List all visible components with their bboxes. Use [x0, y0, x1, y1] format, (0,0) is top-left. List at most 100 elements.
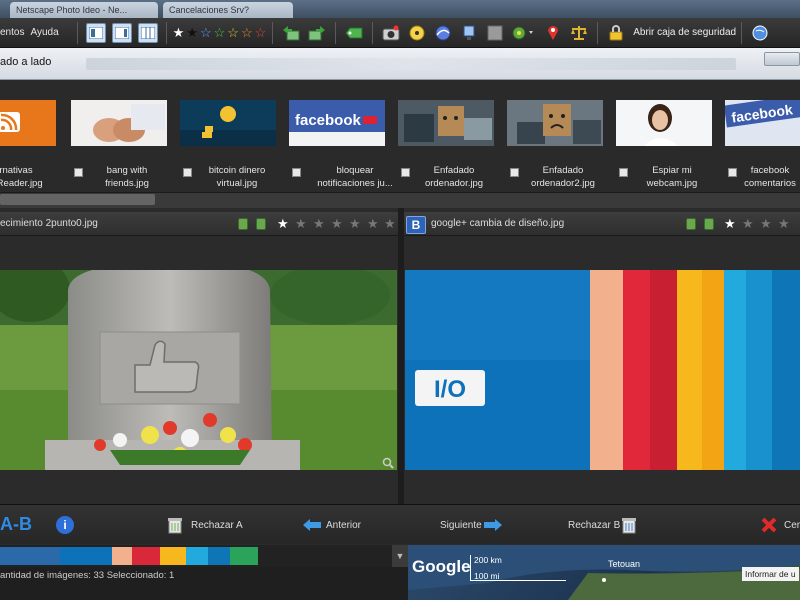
- scales-icon[interactable]: [569, 23, 589, 43]
- safe-box-button[interactable]: Abrir caja de seguridad: [633, 27, 736, 38]
- lock-green-icon[interactable]: [238, 218, 248, 230]
- map-panel[interactable]: Google 200 km 100 mi Tetouan Informar de…: [408, 545, 800, 600]
- pane-divider[interactable]: [398, 208, 404, 504]
- trash-icon[interactable]: [620, 516, 638, 539]
- previous-button[interactable]: Anterior: [326, 520, 361, 531]
- compare-nav-bar: A-B i Rechazar A Anterior Siguiente Rech…: [0, 504, 800, 544]
- grid-view-icon[interactable]: [137, 22, 158, 43]
- rating-star-icon[interactable]: ★: [760, 216, 772, 232]
- report-map-link[interactable]: Informar de u: [742, 567, 799, 581]
- trash-icon[interactable]: [166, 516, 184, 539]
- camera-icon[interactable]: [381, 23, 401, 43]
- browser-tab-strip: Netscape Photo Ideo - Ne... Cancelacione…: [0, 0, 800, 18]
- browser-tab[interactable]: Cancelaciones Srv?: [163, 2, 293, 18]
- thumbnail[interactable]: facebook: [725, 100, 800, 146]
- rating-star-icon[interactable]: ★: [724, 216, 736, 232]
- rating-star-icon[interactable]: ☆: [214, 26, 226, 39]
- thumbnail[interactable]: [398, 100, 494, 146]
- lock-icon[interactable]: [606, 23, 626, 43]
- toolbar-separator: [272, 21, 274, 44]
- zoom-icon[interactable]: [382, 456, 394, 469]
- close-button[interactable]: Cer: [784, 520, 800, 531]
- filmstrip-scroll-thumb[interactable]: [0, 194, 155, 205]
- globe-icon[interactable]: [750, 23, 770, 43]
- lock-green-icon[interactable]: [686, 218, 696, 230]
- thumbnail-caption: Espiar mi webcam.jpg: [646, 165, 698, 189]
- thumbnail-caption: bitcoin dinero virtual.jpg: [208, 165, 266, 189]
- chevron-down-icon[interactable]: ▼: [392, 545, 408, 567]
- browser-tab[interactable]: Netscape Photo Ideo - Ne...: [10, 2, 158, 18]
- move-left-icon[interactable]: [281, 23, 301, 43]
- rating-star-icon[interactable]: ★: [742, 216, 754, 232]
- rating-star-icon[interactable]: ★: [313, 216, 325, 232]
- address-bar[interactable]: [86, 58, 736, 70]
- rating-star-icon[interactable]: ★: [277, 216, 289, 232]
- window-title: ado a lado: [0, 56, 52, 68]
- rating-star-icon[interactable]: ☆: [241, 26, 253, 39]
- facebook-logo-text: facebook: [295, 112, 362, 129]
- image-pane-a[interactable]: [0, 270, 397, 470]
- scale-mi: 100 mi: [474, 571, 500, 581]
- minimize-button[interactable]: [764, 52, 800, 66]
- toolbar-separator: [76, 21, 78, 44]
- rating-star-icon[interactable]: ★: [186, 26, 198, 39]
- arrow-right-icon[interactable]: [483, 518, 503, 537]
- thumbnail[interactable]: [616, 100, 712, 146]
- status-text: antidad de imágenes: 33 Seleccionado: 1: [0, 570, 175, 581]
- thumbnail-caption: bang with friends.jpg: [105, 165, 149, 189]
- web-icon[interactable]: [433, 23, 453, 43]
- google-logo: Google: [412, 557, 471, 576]
- thumbnail[interactable]: facebook: [289, 100, 385, 146]
- toolbar-separator: [372, 21, 374, 44]
- tag-icon[interactable]: [344, 23, 364, 43]
- close-x-icon[interactable]: [761, 517, 777, 538]
- next-button[interactable]: Siguiente: [440, 520, 482, 531]
- rating-star-icon[interactable]: ★: [295, 216, 307, 232]
- rating-star-icon[interactable]: ☆: [255, 26, 267, 39]
- scale-km: 200 km: [474, 555, 502, 565]
- effects-icon[interactable]: [511, 23, 537, 43]
- reject-a-button[interactable]: Rechazar A: [191, 520, 243, 531]
- rating-star-icon[interactable]: ★: [349, 216, 361, 232]
- image-pane-b[interactable]: I/O: [405, 270, 800, 470]
- info-icon[interactable]: i: [56, 516, 74, 534]
- map-pin-icon[interactable]: [543, 23, 563, 43]
- thumbnail[interactable]: [0, 100, 56, 146]
- thumbnail[interactable]: [507, 100, 603, 146]
- thumbnail-caption: ternativas gle Reader.jpg: [0, 165, 43, 189]
- arrow-left-icon[interactable]: [302, 518, 322, 537]
- main-toolbar: entos Ayuda ★ ★ ☆ ☆ ☆ ☆ ☆ Abrir caja de …: [0, 18, 800, 48]
- lock-green-icon[interactable]: [256, 218, 266, 230]
- filmstrip: facebook facebook ternativas gle Reader.…: [0, 80, 800, 198]
- rating-star-icon[interactable]: ☆: [200, 26, 212, 39]
- rating-star-icon[interactable]: ☆: [227, 26, 239, 39]
- thumbnail[interactable]: [71, 100, 167, 146]
- reject-b-button[interactable]: Rechazar B: [568, 520, 620, 531]
- thumbnail[interactable]: [180, 100, 276, 146]
- viewer-b-filename: google+ cambia de diseño.jpg: [431, 218, 565, 229]
- cd-icon[interactable]: [407, 23, 427, 43]
- menu-item-ayuda[interactable]: Ayuda: [30, 27, 58, 38]
- rating-star-icon[interactable]: ★: [173, 26, 185, 39]
- split-view-icon[interactable]: [111, 22, 132, 43]
- viewer-a-filename: ecimiento 2punto0.jpg: [0, 218, 98, 229]
- rating-star-icon[interactable]: ★: [367, 216, 379, 232]
- monitor-icon[interactable]: [459, 23, 479, 43]
- toolbar-separator: [597, 21, 599, 44]
- rating-star-icon[interactable]: ★: [384, 216, 396, 232]
- move-right-icon[interactable]: [307, 23, 327, 43]
- map-city-label: Tetouan: [608, 559, 641, 569]
- thumbnail-caption: facebook comentarios: [744, 165, 796, 189]
- single-view-icon[interactable]: [85, 22, 106, 43]
- thumbnail-caption: bloquear notificaciones ju...: [317, 165, 393, 189]
- toolbar-separator: [165, 21, 167, 44]
- lock-green-icon[interactable]: [704, 218, 714, 230]
- rating-star-icon[interactable]: ★: [331, 216, 343, 232]
- toolbar-separator: [741, 21, 743, 44]
- gray-square-icon[interactable]: [485, 23, 505, 43]
- menu-item-herramientas[interactable]: entos: [0, 27, 24, 38]
- thumbnail-caption: Enfadado ordenador2.jpg: [531, 165, 595, 189]
- toolbar-separator: [335, 21, 337, 44]
- rating-star-icon[interactable]: ★: [778, 216, 790, 232]
- thumbnail-caption: Enfadado ordenador.jpg: [424, 165, 484, 189]
